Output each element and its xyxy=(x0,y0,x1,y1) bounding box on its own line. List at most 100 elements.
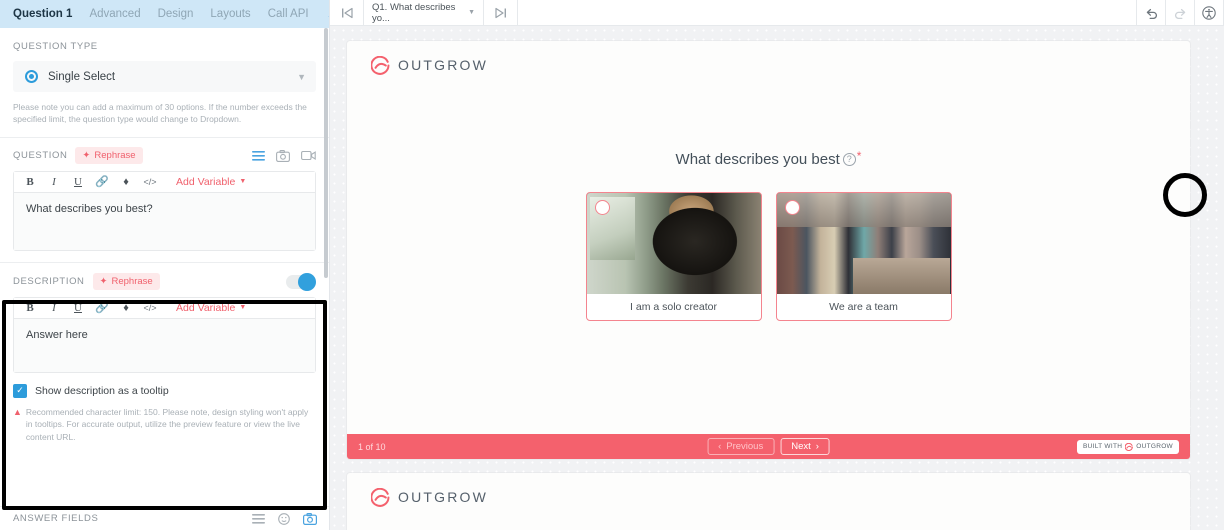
redo-icon[interactable] xyxy=(1166,0,1195,26)
chevron-down-icon: ▼ xyxy=(468,9,475,16)
question-selector-dropdown[interactable]: Q1. What describes yo... ▼ xyxy=(364,0,484,26)
accessibility-icon[interactable] xyxy=(1195,0,1224,26)
toolbar-spacer xyxy=(518,0,1137,26)
code-icon[interactable]: </> xyxy=(138,303,162,313)
preview-question-text: What describes you best xyxy=(675,151,840,168)
camera-icon[interactable] xyxy=(276,149,290,162)
question-type-section: QUESTION TYPE Single Select ▼ Please not… xyxy=(0,28,329,126)
tab-question-1[interactable]: Question 1 xyxy=(13,8,72,20)
list-icon[interactable] xyxy=(252,513,265,524)
question-add-variable-button[interactable]: Add Variable ▼ xyxy=(176,176,246,188)
undo-icon[interactable] xyxy=(1137,0,1166,26)
code-icon[interactable]: </> xyxy=(138,177,162,187)
tab-advanced[interactable]: Advanced xyxy=(89,8,140,20)
description-rte-toolbar: B I U 🔗 ♦ </> Add Variable ▼ xyxy=(14,297,315,319)
outgrow-logo-icon xyxy=(371,55,390,75)
option-card-solo-creator[interactable]: I am a solo creator xyxy=(585,192,762,321)
description-editor-header: DESCRIPTION ✦ Rephrase xyxy=(13,269,316,295)
link-icon[interactable]: 🔗 xyxy=(90,175,114,188)
next-button[interactable]: Next › xyxy=(780,438,830,455)
droplet-icon[interactable]: ♦ xyxy=(114,176,138,188)
option-radio-icon[interactable] xyxy=(784,200,800,215)
previous-label: Previous xyxy=(726,441,764,452)
question-type-note: Please note you can add a maximum of 30 … xyxy=(13,102,307,125)
preview-canvas: OUTGROW What describes you best? * I am a… xyxy=(330,26,1224,530)
arrow-left-icon[interactable]: ← xyxy=(326,7,329,22)
question-selector-value: Q1. What describes yo... xyxy=(372,1,456,24)
magic-wand-icon: ✦ xyxy=(82,150,91,162)
question-mark-icon[interactable]: ? xyxy=(842,152,856,166)
panel-scrollbar[interactable] xyxy=(324,28,328,278)
tab-design[interactable]: Design xyxy=(158,8,194,20)
underline-button[interactable]: U xyxy=(66,176,90,188)
built-brand-label: OUTGROW xyxy=(1136,443,1173,450)
outgrow-logo-icon xyxy=(371,487,390,507)
tab-call-api[interactable]: Call API xyxy=(268,8,309,20)
question-text-input[interactable]: What describes you best? xyxy=(14,192,315,250)
preview-brand-bar-secondary: OUTGROW xyxy=(347,473,1190,521)
required-asterisk: * xyxy=(856,149,862,163)
radio-icon xyxy=(25,70,38,83)
chevron-down-icon: ▼ xyxy=(239,304,247,312)
option-card-team[interactable]: We are a team xyxy=(775,192,952,321)
next-label: Next xyxy=(791,441,811,452)
panel-tabbar: Question 1 Advanced Design Layouts Call … xyxy=(0,0,329,28)
question-config-panel: Question 1 Advanced Design Layouts Call … xyxy=(0,0,330,530)
brand-name: OUTGROW xyxy=(398,57,489,73)
check-icon[interactable]: ✓ xyxy=(13,383,27,398)
magic-wand-icon: ✦ xyxy=(99,276,108,288)
chevron-right-icon: › xyxy=(815,441,819,452)
list-icon[interactable] xyxy=(252,150,265,161)
skip-to-end-icon[interactable] xyxy=(484,0,518,26)
emoji-icon[interactable] xyxy=(278,512,290,525)
camera-icon[interactable] xyxy=(303,512,317,525)
description-rich-text-editor[interactable]: B I U 🔗 ♦ </> Add Variable ▼ Answer here xyxy=(13,296,316,373)
description-label: DESCRIPTION xyxy=(13,276,85,288)
page-counter: 1 of 10 xyxy=(358,441,386,452)
bold-button[interactable]: B xyxy=(18,302,42,314)
preview-navigation-bar: 1 of 10 ‹ Previous Next › BUILT WITH OUT… xyxy=(347,434,1190,459)
question-rephrase-label: Rephrase xyxy=(94,150,136,162)
built-with-badge[interactable]: BUILT WITH OUTGROW xyxy=(1077,439,1179,454)
description-text-input[interactable]: Answer here xyxy=(14,318,315,372)
description-toggle[interactable] xyxy=(286,272,316,291)
italic-button[interactable]: I xyxy=(42,302,66,314)
option-photo xyxy=(776,193,951,294)
link-icon[interactable]: 🔗 xyxy=(90,301,114,314)
tooltip-checkbox-row[interactable]: ✓ Show description as a tooltip xyxy=(13,383,316,398)
preview-area: Q1. What describes yo... ▼ OUTGROW What … xyxy=(330,0,1224,530)
underline-button[interactable]: U xyxy=(66,302,90,314)
bold-button[interactable]: B xyxy=(18,176,42,188)
question-rte-toolbar: B I U 🔗 ♦ </> Add Variable ▼ xyxy=(14,171,315,193)
preview-question-title: What describes you best? * xyxy=(347,149,1190,168)
question-type-select[interactable]: Single Select ▼ xyxy=(13,61,316,92)
question-rich-text-editor[interactable]: B I U 🔗 ♦ </> Add Variable ▼ What descri… xyxy=(13,170,316,251)
chevron-down-icon[interactable]: ▼ xyxy=(297,72,306,82)
divider xyxy=(0,136,329,138)
question-label: QUESTION xyxy=(13,150,68,162)
skip-to-start-icon[interactable] xyxy=(330,0,364,26)
tab-layouts[interactable]: Layouts xyxy=(210,8,250,20)
question-editor-header: QUESTION ✦ Rephrase xyxy=(13,143,316,169)
option-radio-icon[interactable] xyxy=(594,200,610,215)
outgrow-logo-icon xyxy=(1125,442,1134,451)
question-header-icons xyxy=(252,149,316,162)
add-variable-label: Add Variable xyxy=(176,175,236,188)
droplet-icon[interactable]: ♦ xyxy=(114,302,138,314)
option-label: We are a team xyxy=(829,301,898,313)
italic-button[interactable]: I xyxy=(42,176,66,188)
video-icon[interactable] xyxy=(301,150,316,161)
previous-button[interactable]: ‹ Previous xyxy=(707,438,775,455)
description-add-variable-button[interactable]: Add Variable ▼ xyxy=(176,302,246,314)
app-root: Question 1 Advanced Design Layouts Call … xyxy=(0,0,1224,530)
brand-name-secondary: OUTGROW xyxy=(398,489,489,505)
preview-options-list: I am a solo creator We are a team xyxy=(347,192,1190,321)
question-editor-section: QUESTION ✦ Rephrase B I U 🔗 ♦ </> Add Va… xyxy=(0,143,329,251)
description-warning-text: Recommended character limit: 150. Please… xyxy=(25,406,309,443)
description-rephrase-button[interactable]: ✦ Rephrase xyxy=(92,273,160,291)
question-rephrase-button[interactable]: ✦ Rephrase xyxy=(75,147,143,165)
nav-buttons: ‹ Previous Next › xyxy=(707,438,830,455)
question-type-label: QUESTION TYPE xyxy=(13,41,98,52)
option-image-team xyxy=(776,193,951,294)
description-rephrase-label: Rephrase xyxy=(111,276,153,288)
